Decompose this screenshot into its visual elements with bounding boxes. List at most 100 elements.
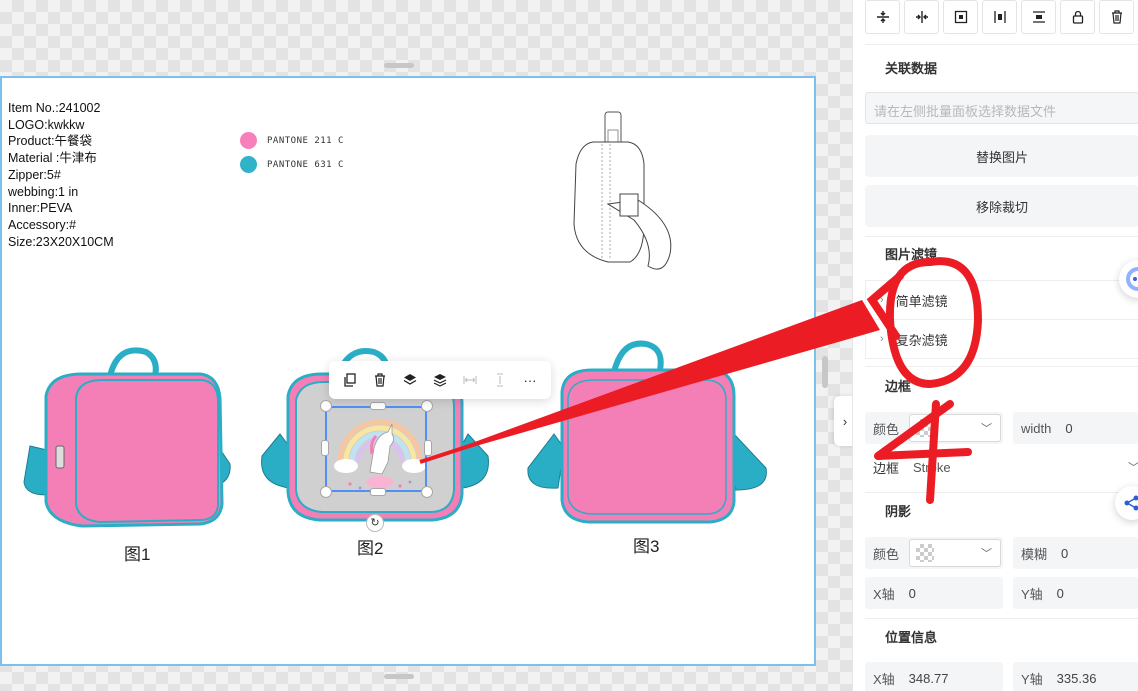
figure-1-label: 图1 [124,545,151,564]
chevron-right-icon: › [880,333,884,345]
divider [865,44,1138,45]
bag-figure-1-image[interactable] [22,346,234,536]
border-width-field[interactable]: width 0 [1013,412,1138,444]
position-y-value: 335.36 [1056,670,1097,686]
layer-top-icon[interactable] [428,368,452,392]
more-icon[interactable]: ··· [518,368,542,392]
chevron-right-icon: › [842,413,848,429]
image-filter-title: 图片滤镜 [885,247,938,262]
distribute-vertical-icon[interactable] [1021,0,1056,34]
spec-item: LOGO:kwkkw [8,117,85,132]
divider [865,366,1138,367]
canvas-workspace[interactable]: Item No.:241002 LOGO:kwkkw Product:午餐袋 M… [0,0,856,691]
bottom-resize-handle[interactable] [384,674,414,679]
swatch-label: PANTONE 211 C [267,135,344,146]
figure-3-label: 图3 [633,537,660,556]
transparent-swatch-icon [916,544,934,562]
resize-handle-bottom[interactable] [370,488,386,496]
bag-side-sketch[interactable] [558,104,688,274]
divider [865,492,1138,493]
align-vertical-center-icon[interactable] [865,0,900,34]
spec-item: Product:午餐袋 [8,134,93,149]
spec-list[interactable]: Item No.:241002 LOGO:kwkkw Product:午餐袋 M… [8,100,114,250]
chevron-right-icon: › [880,294,884,306]
position-x-field[interactable]: X轴 348.77 [865,662,1003,691]
resize-handle-bottom-left[interactable] [320,486,332,498]
chevron-down-icon: ﹀ [1128,462,1138,474]
position-x-value: 348.77 [908,670,949,686]
data-file-input[interactable]: 请在左侧批量面板选择数据文件 [865,92,1138,124]
position-y-label: Y轴 [1021,671,1043,687]
swatch-label: PANTONE 631 C [267,159,344,170]
pantone-swatch-1[interactable]: PANTONE 211 C [240,132,344,149]
remove-crop-button[interactable]: 移除裁切 [865,185,1138,227]
shadow-blur-label: 模糊 [1021,546,1048,562]
teal-swatch-icon [240,156,257,173]
border-color-label: 颜色 [873,421,900,437]
copy-icon[interactable] [338,368,362,392]
position-title: 位置信息 [885,630,938,645]
floating-toolbar: ··· [329,361,551,399]
border-color-picker[interactable]: ﹀ [909,414,1001,442]
align-horizontal-center-icon[interactable] [904,0,939,34]
linked-data-title: 关联数据 [885,61,938,76]
figure-2-label: 图2 [357,539,384,558]
simple-filter-label: 简单滤镜 [895,293,948,309]
chevron-down-icon: ﹀ [981,548,992,560]
trash-icon[interactable] [1099,0,1134,34]
shadow-y-field[interactable]: Y轴 0 [1013,577,1138,609]
resize-handle-bottom-right[interactable] [421,486,433,498]
border-style-select[interactable]: 边框 Stroke ﹀ [865,452,1138,482]
border-width-label: width [1021,420,1052,436]
properties-panel: 关联数据 请在左侧批量面板选择数据文件 替换图片 移除裁切 图片滤镜 › 简单滤… [852,0,1138,691]
resize-handle-left[interactable] [321,440,329,456]
shadow-x-field[interactable]: X轴 0 [865,577,1003,609]
selection-box[interactable] [325,406,427,492]
shadow-color-picker[interactable]: ﹀ [909,539,1001,567]
chevron-down-icon: ﹀ [981,423,992,435]
top-resize-handle[interactable] [384,63,414,68]
resize-handle-top-left[interactable] [320,400,332,412]
position-y-field[interactable]: Y轴 335.36 [1013,662,1138,691]
shadow-y-label: Y轴 [1021,586,1043,602]
vertical-scrollbar[interactable] [822,356,828,388]
replace-image-button[interactable]: 替换图片 [865,135,1138,177]
border-title: 边框 [885,379,912,394]
shadow-blur-field[interactable]: 模糊 0 [1013,537,1138,569]
complex-filter-item[interactable]: › 复杂滤镜 [865,319,1138,359]
resize-handle-right[interactable] [424,440,432,456]
complex-filter-label: 复杂滤镜 [895,332,948,348]
spec-item: Accessory:# [8,217,77,232]
divider [865,618,1138,619]
distribute-vertical-icon[interactable] [488,368,512,392]
shadow-x-label: X轴 [873,586,895,602]
layer-up-icon[interactable] [398,368,422,392]
rotate-icon[interactable]: ↻ [366,514,384,532]
align-toolbar [865,0,1134,34]
transparent-swatch-icon [916,419,934,437]
pantone-swatch-2[interactable]: PANTONE 631 C [240,156,344,173]
spec-item: webbing:1 in [8,184,79,199]
lock-icon[interactable] [1060,0,1095,34]
border-style-value: Stroke [913,459,951,475]
editor-root: Item No.:241002 LOGO:kwkkw Product:午餐袋 M… [0,0,1138,691]
position-x-label: X轴 [873,671,895,687]
share-graph-icon[interactable] [1115,486,1138,520]
bag-figure-3-image[interactable] [522,340,774,526]
distribute-horizontal-icon[interactable] [458,368,482,392]
shadow-y-value: 0 [1056,585,1064,601]
distribute-horizontal-icon[interactable] [982,0,1017,34]
spec-item: Zipper:5# [8,167,61,182]
border-width-value: 0 [1065,420,1073,436]
resize-handle-top[interactable] [370,402,386,410]
shadow-title: 阴影 [885,504,912,519]
resize-handle-top-right[interactable] [421,400,433,412]
border-style-label: 边框 [873,460,900,476]
spec-item: Material :牛津布 [8,151,97,166]
spec-item: Size:23X20X10CM [8,234,114,249]
simple-filter-item[interactable]: › 简单滤镜 [865,280,1138,320]
delete-icon[interactable] [368,368,392,392]
divider [865,236,1138,237]
fit-canvas-icon[interactable] [943,0,978,34]
shadow-x-value: 0 [908,585,916,601]
